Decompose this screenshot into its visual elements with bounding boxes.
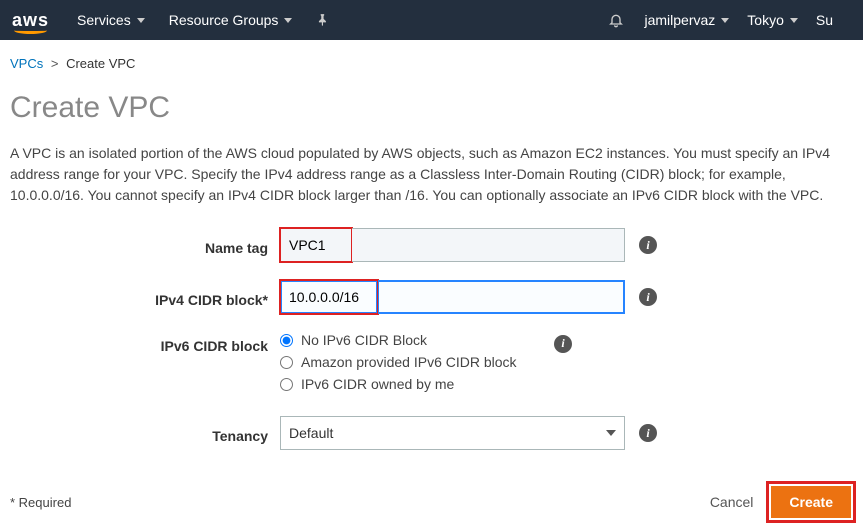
ipv6-radio-owned-label: IPv6 CIDR owned by me xyxy=(301,376,454,392)
form-row-name-tag: Name tag i xyxy=(10,228,853,262)
cancel-button[interactable]: Cancel xyxy=(694,486,770,518)
nav-resource-groups-label: Resource Groups xyxy=(169,12,279,28)
form-row-ipv6-cidr: IPv6 CIDR block No IPv6 CIDR Block Amazo… xyxy=(10,332,853,398)
caret-down-icon xyxy=(137,18,145,23)
page-content: VPCs > Create VPC Create VPC A VPC is an… xyxy=(0,40,863,478)
ipv6-radio-none-input[interactable] xyxy=(280,334,293,347)
tenancy-select[interactable]: Default xyxy=(280,416,625,450)
caret-down-icon xyxy=(721,18,729,23)
nav-user-label: jamilpervaz xyxy=(644,12,715,28)
ipv4-cidr-info[interactable]: i xyxy=(639,288,657,307)
ipv4-cidr-input[interactable] xyxy=(280,280,378,314)
nav-support[interactable]: Su xyxy=(816,12,833,28)
aws-logo[interactable]: aws xyxy=(12,10,49,31)
name-tag-input[interactable] xyxy=(280,228,352,262)
nav-resource-groups[interactable]: Resource Groups xyxy=(169,12,293,28)
info-icon: i xyxy=(554,335,572,353)
nav-services-label: Services xyxy=(77,12,131,28)
form-row-tenancy: Tenancy Default i xyxy=(10,416,853,450)
info-icon: i xyxy=(639,288,657,306)
top-navbar: aws Services Resource Groups jamilpervaz… xyxy=(0,0,863,40)
tenancy-info[interactable]: i xyxy=(639,424,657,443)
ipv6-radio-amazon-input[interactable] xyxy=(280,356,293,369)
tenancy-label: Tenancy xyxy=(10,422,280,444)
ipv6-radio-amazon[interactable]: Amazon provided IPv6 CIDR block xyxy=(280,354,540,370)
required-note: * Required xyxy=(10,495,71,510)
form-footer: * Required Cancel Create xyxy=(10,484,853,520)
breadcrumb-sep: > xyxy=(51,56,59,71)
name-tag-info[interactable]: i xyxy=(639,236,657,255)
caret-down-icon xyxy=(790,18,798,23)
caret-down-icon xyxy=(284,18,292,23)
ipv4-cidr-label: IPv4 CIDR block* xyxy=(10,286,280,308)
create-vpc-form: Name tag i IPv4 CIDR block* i IPv6 CIDR … xyxy=(10,228,853,450)
ipv6-cidr-label: IPv6 CIDR block xyxy=(10,332,280,354)
ipv6-radio-none-label: No IPv6 CIDR Block xyxy=(301,332,427,348)
ipv6-radio-owned[interactable]: IPv6 CIDR owned by me xyxy=(280,376,540,392)
ipv6-radio-none[interactable]: No IPv6 CIDR Block xyxy=(280,332,540,348)
bell-icon[interactable] xyxy=(608,12,624,28)
page-title: Create VPC xyxy=(10,91,853,125)
ipv4-cidr-input-rest[interactable] xyxy=(378,280,625,314)
ipv6-radio-owned-input[interactable] xyxy=(280,378,293,391)
breadcrumb-vpcs-link[interactable]: VPCs xyxy=(10,56,43,71)
tenancy-value: Default xyxy=(289,425,333,441)
nav-services[interactable]: Services xyxy=(77,12,145,28)
ipv6-cidr-info[interactable]: i xyxy=(554,332,572,353)
info-icon: i xyxy=(639,236,657,254)
create-button[interactable]: Create xyxy=(771,486,851,518)
ipv6-radio-amazon-label: Amazon provided IPv6 CIDR block xyxy=(301,354,517,370)
name-tag-input-rest[interactable] xyxy=(352,228,625,262)
breadcrumb: VPCs > Create VPC xyxy=(10,56,853,71)
page-description: A VPC is an isolated portion of the AWS … xyxy=(10,143,853,206)
nav-user[interactable]: jamilpervaz xyxy=(644,12,729,28)
nav-region[interactable]: Tokyo xyxy=(747,12,798,28)
name-tag-label: Name tag xyxy=(10,234,280,256)
breadcrumb-current: Create VPC xyxy=(66,56,135,71)
form-row-ipv4-cidr: IPv4 CIDR block* i xyxy=(10,280,853,314)
nav-support-label: Su xyxy=(816,12,833,28)
caret-down-icon xyxy=(606,430,616,436)
create-button-highlight: Create xyxy=(769,484,853,520)
nav-region-label: Tokyo xyxy=(747,12,784,28)
pin-icon[interactable] xyxy=(316,13,330,27)
info-icon: i xyxy=(639,424,657,442)
